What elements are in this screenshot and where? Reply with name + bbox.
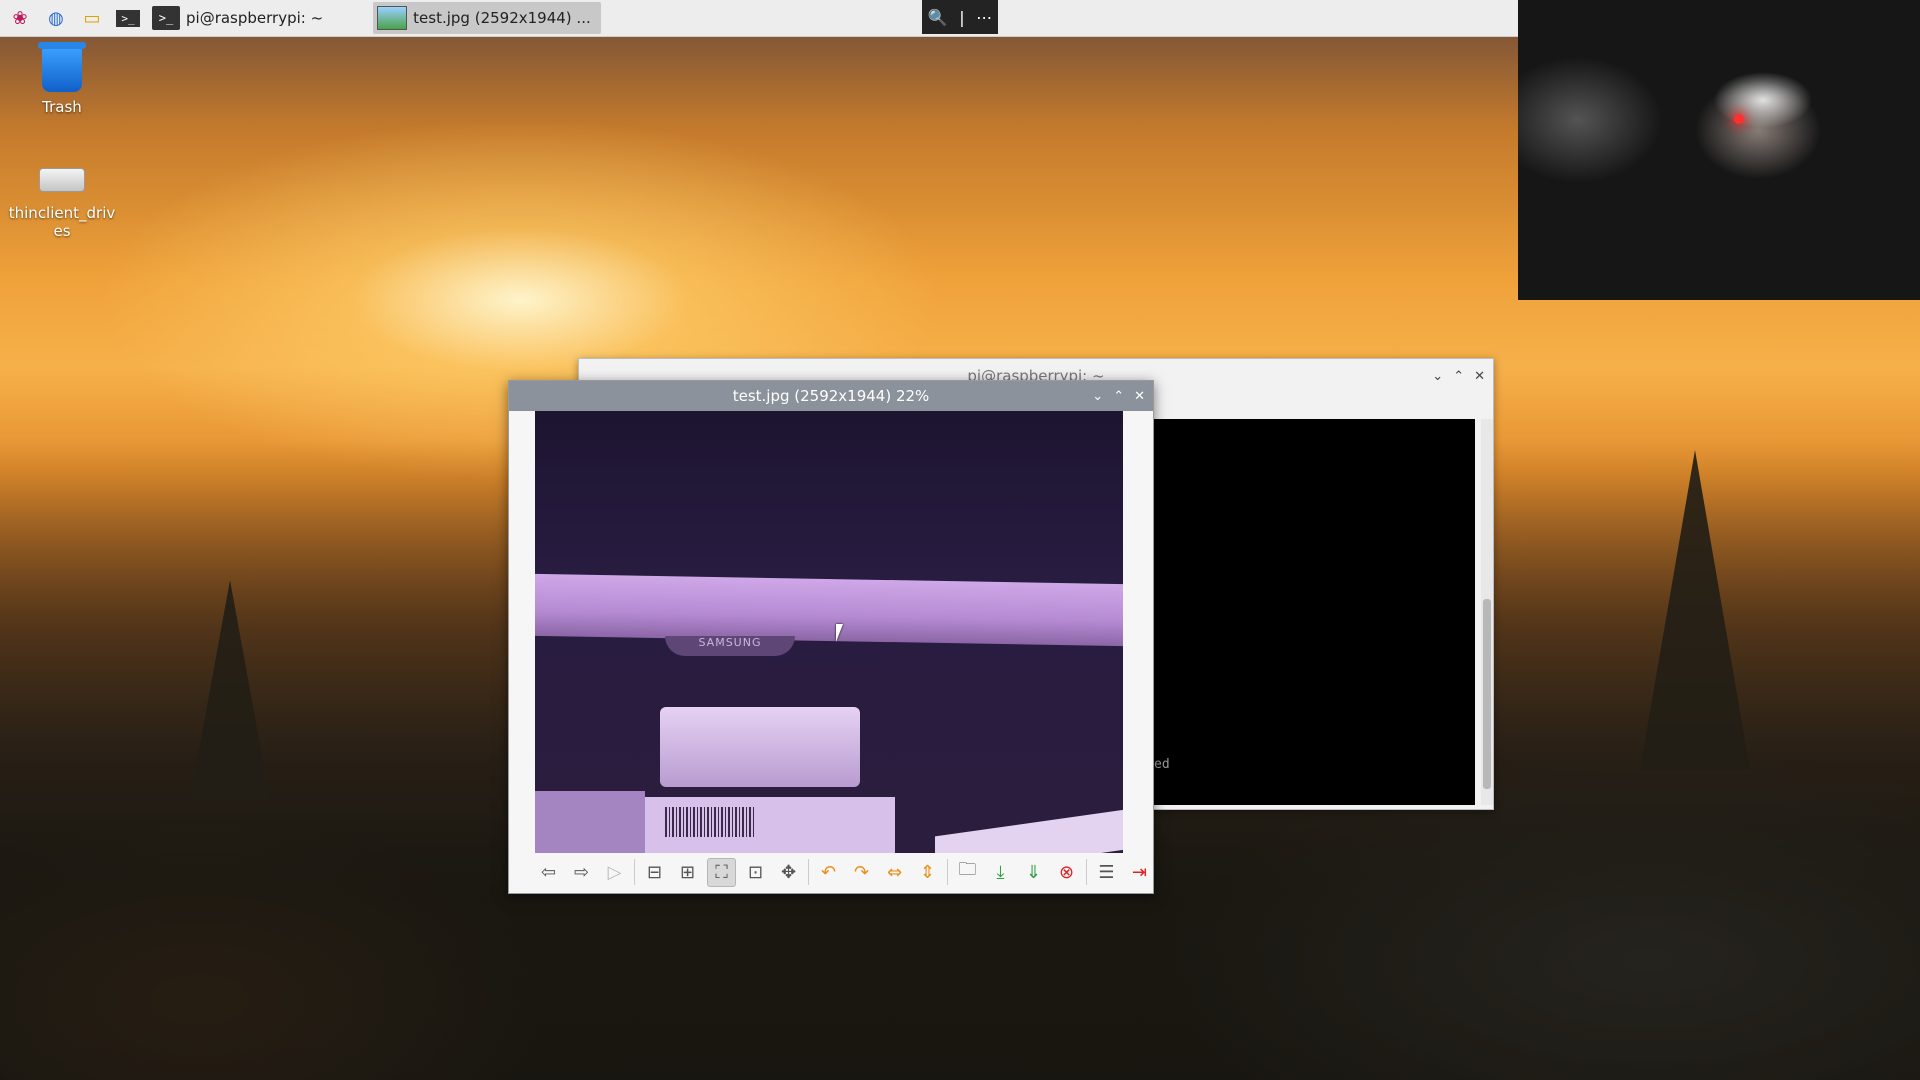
terminal-output[interactable]	[1149, 419, 1475, 805]
toolbar-separator	[634, 859, 635, 885]
slideshow-button[interactable]: ▷	[601, 859, 628, 886]
image-viewer-toolbar: ⇦ ⇨ ▷ ⊟ ⊞ ⛶ ⊡ ✥ ↶ ↷ ⇔ ⇕ 🗀 ⤓ ⇓ ⊗ ☰ ⇥	[535, 855, 1153, 889]
file-manager-icon[interactable]: ▭	[76, 3, 108, 33]
terminal-scrollbar[interactable]	[1481, 419, 1493, 805]
image-surface	[535, 791, 645, 853]
toolbar-separator	[947, 859, 948, 885]
web-browser-icon[interactable]: ◍	[40, 3, 72, 33]
minimize-icon[interactable]: ⌄	[1092, 389, 1103, 404]
camera-preview	[1518, 0, 1920, 300]
toolbar-separator	[808, 859, 809, 885]
save-file-button[interactable]: ⤓	[987, 859, 1014, 886]
fullscreen-button[interactable]: ✥	[775, 859, 802, 886]
image-barcode-label	[645, 797, 895, 853]
close-icon[interactable]: ✕	[1474, 369, 1485, 384]
desktop-icon-trash[interactable]: Trash	[2, 42, 122, 116]
terminal-icon: >_	[152, 6, 180, 30]
trash-icon	[38, 42, 86, 92]
task-terminal-label: pi@raspberrypi: ~	[186, 9, 324, 27]
desktop-icon-label: Trash	[42, 98, 82, 116]
fit-window-button[interactable]: ⛶	[707, 857, 736, 887]
image-box	[660, 707, 860, 787]
toolbar-separator	[1086, 859, 1087, 885]
raspberry-pi-icon[interactable]: ❀	[4, 3, 36, 33]
zoom-in-button[interactable]: ⊞	[674, 859, 701, 886]
scrollbar-thumb[interactable]	[1483, 599, 1491, 789]
desktop-icon-label: thinclient_drives	[8, 204, 116, 240]
drive-icon	[39, 168, 85, 192]
maximize-icon[interactable]: ⌃	[1453, 369, 1464, 384]
flip-horizontal-button[interactable]: ⇔	[881, 859, 908, 886]
delete-button[interactable]: ⊗	[1053, 859, 1080, 886]
minimize-icon[interactable]: ⌄	[1432, 369, 1443, 384]
displayed-image[interactable]: SAMSUNG	[535, 411, 1123, 853]
image-viewer-window[interactable]: test.jpg (2592x1944) 22% ⌄ ⌃ ✕ SAMSUNG ⇦…	[508, 380, 1154, 894]
previous-image-button[interactable]: ⇦	[535, 859, 562, 886]
image-surface-right	[935, 809, 1123, 853]
rotate-left-button[interactable]: ↶	[815, 859, 842, 886]
image-viewer-icon	[377, 6, 408, 30]
desktop-icon-thinclient-drives[interactable]: thinclient_drives	[2, 158, 122, 240]
zoom-tools: 🔍 | ⋯	[922, 0, 998, 34]
image-monitor-edge	[535, 573, 1123, 647]
terminal-icon[interactable]: >_	[112, 3, 144, 33]
rotate-right-button[interactable]: ↷	[848, 859, 875, 886]
zoom-out-button[interactable]: ⊟	[641, 859, 668, 886]
quit-button[interactable]: ⇥	[1126, 859, 1153, 886]
mouse-cursor	[836, 624, 843, 642]
close-icon[interactable]: ✕	[1134, 389, 1145, 404]
task-image-viewer[interactable]: test.jpg (2592x1944) ...	[373, 2, 601, 34]
next-image-button[interactable]: ⇨	[568, 859, 595, 886]
camera-led	[1734, 114, 1744, 124]
image-viewer-titlebar[interactable]: test.jpg (2592x1944) 22% ⌄ ⌃ ✕	[509, 381, 1153, 411]
task-terminal[interactable]: >_ pi@raspberrypi: ~	[148, 2, 333, 34]
image-viewer-title: test.jpg (2592x1944) 22%	[732, 387, 930, 405]
save-as-button[interactable]: ⇓	[1020, 859, 1047, 886]
open-file-button[interactable]: 🗀	[954, 859, 981, 886]
image-monitor-logo: SAMSUNG	[665, 636, 795, 656]
flip-vertical-button[interactable]: ⇕	[914, 859, 941, 886]
terminal-visible-text: ed	[1154, 757, 1170, 772]
magnifier-icon[interactable]: 🔍	[928, 8, 948, 27]
taskbar: ❀ ◍ ▭ >_ >_ pi@raspberrypi: ~ test.jpg (…	[0, 0, 1518, 37]
wallpaper-pagoda-right	[1640, 450, 1750, 770]
more-options-icon[interactable]: ⋯	[976, 8, 992, 27]
wallpaper-pagoda	[190, 580, 270, 800]
task-image-viewer-label: test.jpg (2592x1944) ...	[413, 9, 591, 27]
zoom-separator: |	[959, 7, 965, 27]
preferences-button[interactable]: ☰	[1093, 859, 1120, 886]
maximize-icon[interactable]: ⌃	[1113, 389, 1124, 404]
original-size-button[interactable]: ⊡	[742, 859, 769, 886]
